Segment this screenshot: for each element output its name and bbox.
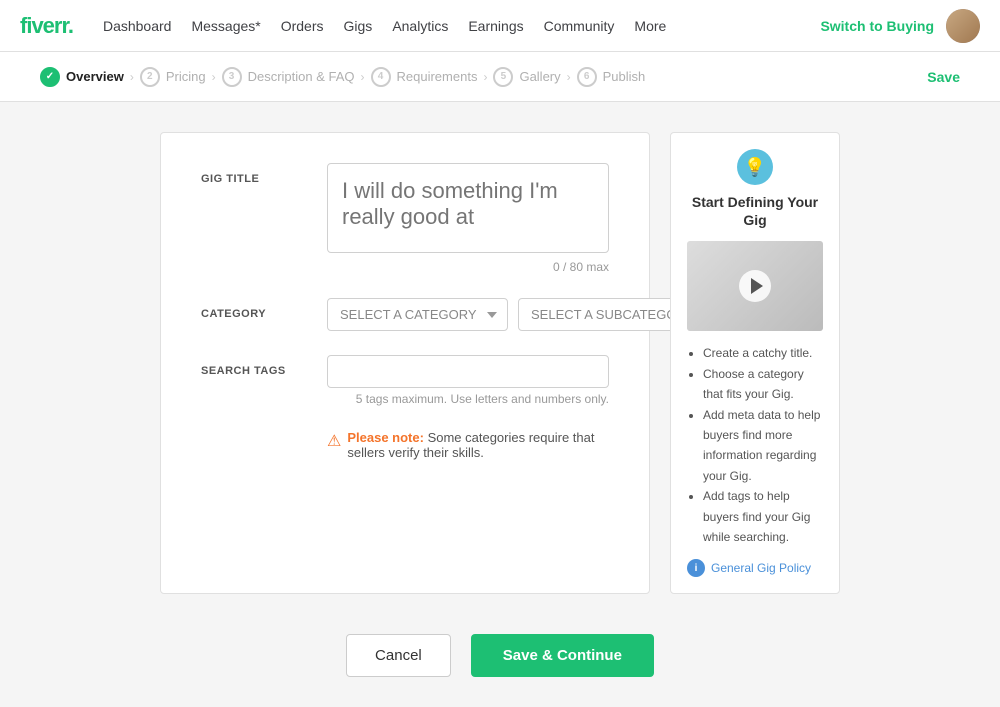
search-tags-input[interactable] bbox=[327, 355, 609, 388]
nav-messages[interactable]: Messages* bbox=[191, 14, 260, 38]
search-tags-label: SEARCH TAGS bbox=[201, 355, 311, 406]
info-card: 💡 Start Defining Your Gig Create a catch… bbox=[670, 132, 840, 594]
step-label-requirements: Requirements bbox=[397, 69, 478, 84]
nav-right: Switch to Buying bbox=[820, 9, 980, 43]
step-overview[interactable]: ✓ Overview bbox=[40, 67, 124, 87]
step-num-5: 5 bbox=[493, 67, 513, 87]
avatar[interactable] bbox=[946, 9, 980, 43]
char-count: 0 / 80 max bbox=[327, 260, 609, 274]
info-card-header: 💡 Start Defining Your Gig bbox=[687, 149, 823, 229]
note-label: Please note: bbox=[347, 430, 424, 445]
policy-icon: i bbox=[687, 559, 705, 577]
video-thumbnail[interactable] bbox=[687, 241, 823, 331]
step-label-description: Description & FAQ bbox=[248, 69, 355, 84]
nav-dashboard[interactable]: Dashboard bbox=[103, 14, 172, 38]
step-label-pricing: Pricing bbox=[166, 69, 206, 84]
step-gallery[interactable]: 5 Gallery bbox=[493, 67, 560, 87]
nav-links: Dashboard Messages* Orders Gigs Analytic… bbox=[103, 14, 820, 38]
step-num-3: 3 bbox=[222, 67, 242, 87]
step-label-overview: Overview bbox=[66, 69, 124, 84]
gig-title-input[interactable] bbox=[327, 163, 609, 253]
step-nav: ✓ Overview › 2 Pricing › 3 Description &… bbox=[0, 52, 1000, 102]
nav-orders[interactable]: Orders bbox=[281, 14, 324, 38]
gig-title-label: GIG TITLE bbox=[201, 163, 311, 274]
step-label-publish: Publish bbox=[603, 69, 646, 84]
step-publish[interactable]: 6 Publish bbox=[577, 67, 646, 87]
step-save-button[interactable]: Save bbox=[927, 69, 960, 85]
step-description[interactable]: 3 Description & FAQ bbox=[222, 67, 355, 87]
note-row: ⚠ Please note: Some categories require t… bbox=[327, 430, 609, 460]
category-select[interactable]: SELECT A CATEGORY bbox=[327, 298, 508, 331]
logo: fiverr. bbox=[20, 13, 73, 39]
top-nav: fiverr. Dashboard Messages* Orders Gigs … bbox=[0, 0, 1000, 52]
gig-title-row: GIG TITLE 0 / 80 max bbox=[201, 163, 609, 274]
step-num-4: 4 bbox=[371, 67, 391, 87]
tags-hint: 5 tags maximum. Use letters and numbers … bbox=[327, 392, 609, 406]
step-requirements[interactable]: 4 Requirements bbox=[371, 67, 478, 87]
step-num-1: ✓ bbox=[40, 67, 60, 87]
search-tags-field: 5 tags maximum. Use letters and numbers … bbox=[327, 355, 609, 406]
main-content: GIG TITLE 0 / 80 max CATEGORY SELECT A C… bbox=[0, 102, 1000, 624]
nav-more[interactable]: More bbox=[634, 14, 666, 38]
nav-analytics[interactable]: Analytics bbox=[392, 14, 448, 38]
info-tips-list: Create a catchy title. Choose a category… bbox=[687, 343, 823, 547]
category-row: CATEGORY SELECT A CATEGORY SELECT A SUBC… bbox=[201, 298, 609, 331]
save-continue-button[interactable]: Save & Continue bbox=[471, 634, 654, 677]
step-sep-3: › bbox=[361, 70, 365, 84]
step-sep-1: › bbox=[130, 70, 134, 84]
tip-1: Create a catchy title. bbox=[703, 343, 823, 363]
step-label-gallery: Gallery bbox=[519, 69, 560, 84]
step-sep-5: › bbox=[567, 70, 571, 84]
form-card: GIG TITLE 0 / 80 max CATEGORY SELECT A C… bbox=[160, 132, 650, 594]
nav-earnings[interactable]: Earnings bbox=[468, 14, 523, 38]
step-num-2: 2 bbox=[140, 67, 160, 87]
nav-community[interactable]: Community bbox=[544, 14, 615, 38]
category-selects: SELECT A CATEGORY SELECT A SUBCATEGORY bbox=[327, 298, 725, 331]
nav-gigs[interactable]: Gigs bbox=[344, 14, 373, 38]
category-field: SELECT A CATEGORY SELECT A SUBCATEGORY bbox=[327, 298, 725, 331]
policy-link-label: General Gig Policy bbox=[711, 561, 811, 575]
cancel-button[interactable]: Cancel bbox=[346, 634, 451, 677]
info-card-title: Start Defining Your Gig bbox=[687, 193, 823, 229]
tip-4: Add tags to help buyers find your Gig wh… bbox=[703, 486, 823, 547]
step-sep-4: › bbox=[483, 70, 487, 84]
general-gig-policy-link[interactable]: i General Gig Policy bbox=[687, 559, 823, 577]
steps: ✓ Overview › 2 Pricing › 3 Description &… bbox=[40, 67, 927, 87]
note-icon: ⚠ bbox=[327, 431, 341, 451]
step-num-6: 6 bbox=[577, 67, 597, 87]
step-sep-2: › bbox=[212, 70, 216, 84]
lightbulb-icon: 💡 bbox=[737, 149, 773, 185]
tip-2: Choose a category that fits your Gig. bbox=[703, 364, 823, 405]
play-icon bbox=[751, 278, 763, 294]
gig-title-field: 0 / 80 max bbox=[327, 163, 609, 274]
tip-3: Add meta data to help buyers find more i… bbox=[703, 405, 823, 487]
avatar-image bbox=[946, 9, 980, 43]
search-tags-row: SEARCH TAGS 5 tags maximum. Use letters … bbox=[201, 355, 609, 406]
switch-to-buying-button[interactable]: Switch to Buying bbox=[820, 18, 934, 34]
step-pricing[interactable]: 2 Pricing bbox=[140, 67, 206, 87]
bottom-bar: Cancel Save & Continue bbox=[0, 624, 1000, 707]
note-text: Please note: Some categories require tha… bbox=[347, 430, 609, 460]
category-label: CATEGORY bbox=[201, 298, 311, 331]
